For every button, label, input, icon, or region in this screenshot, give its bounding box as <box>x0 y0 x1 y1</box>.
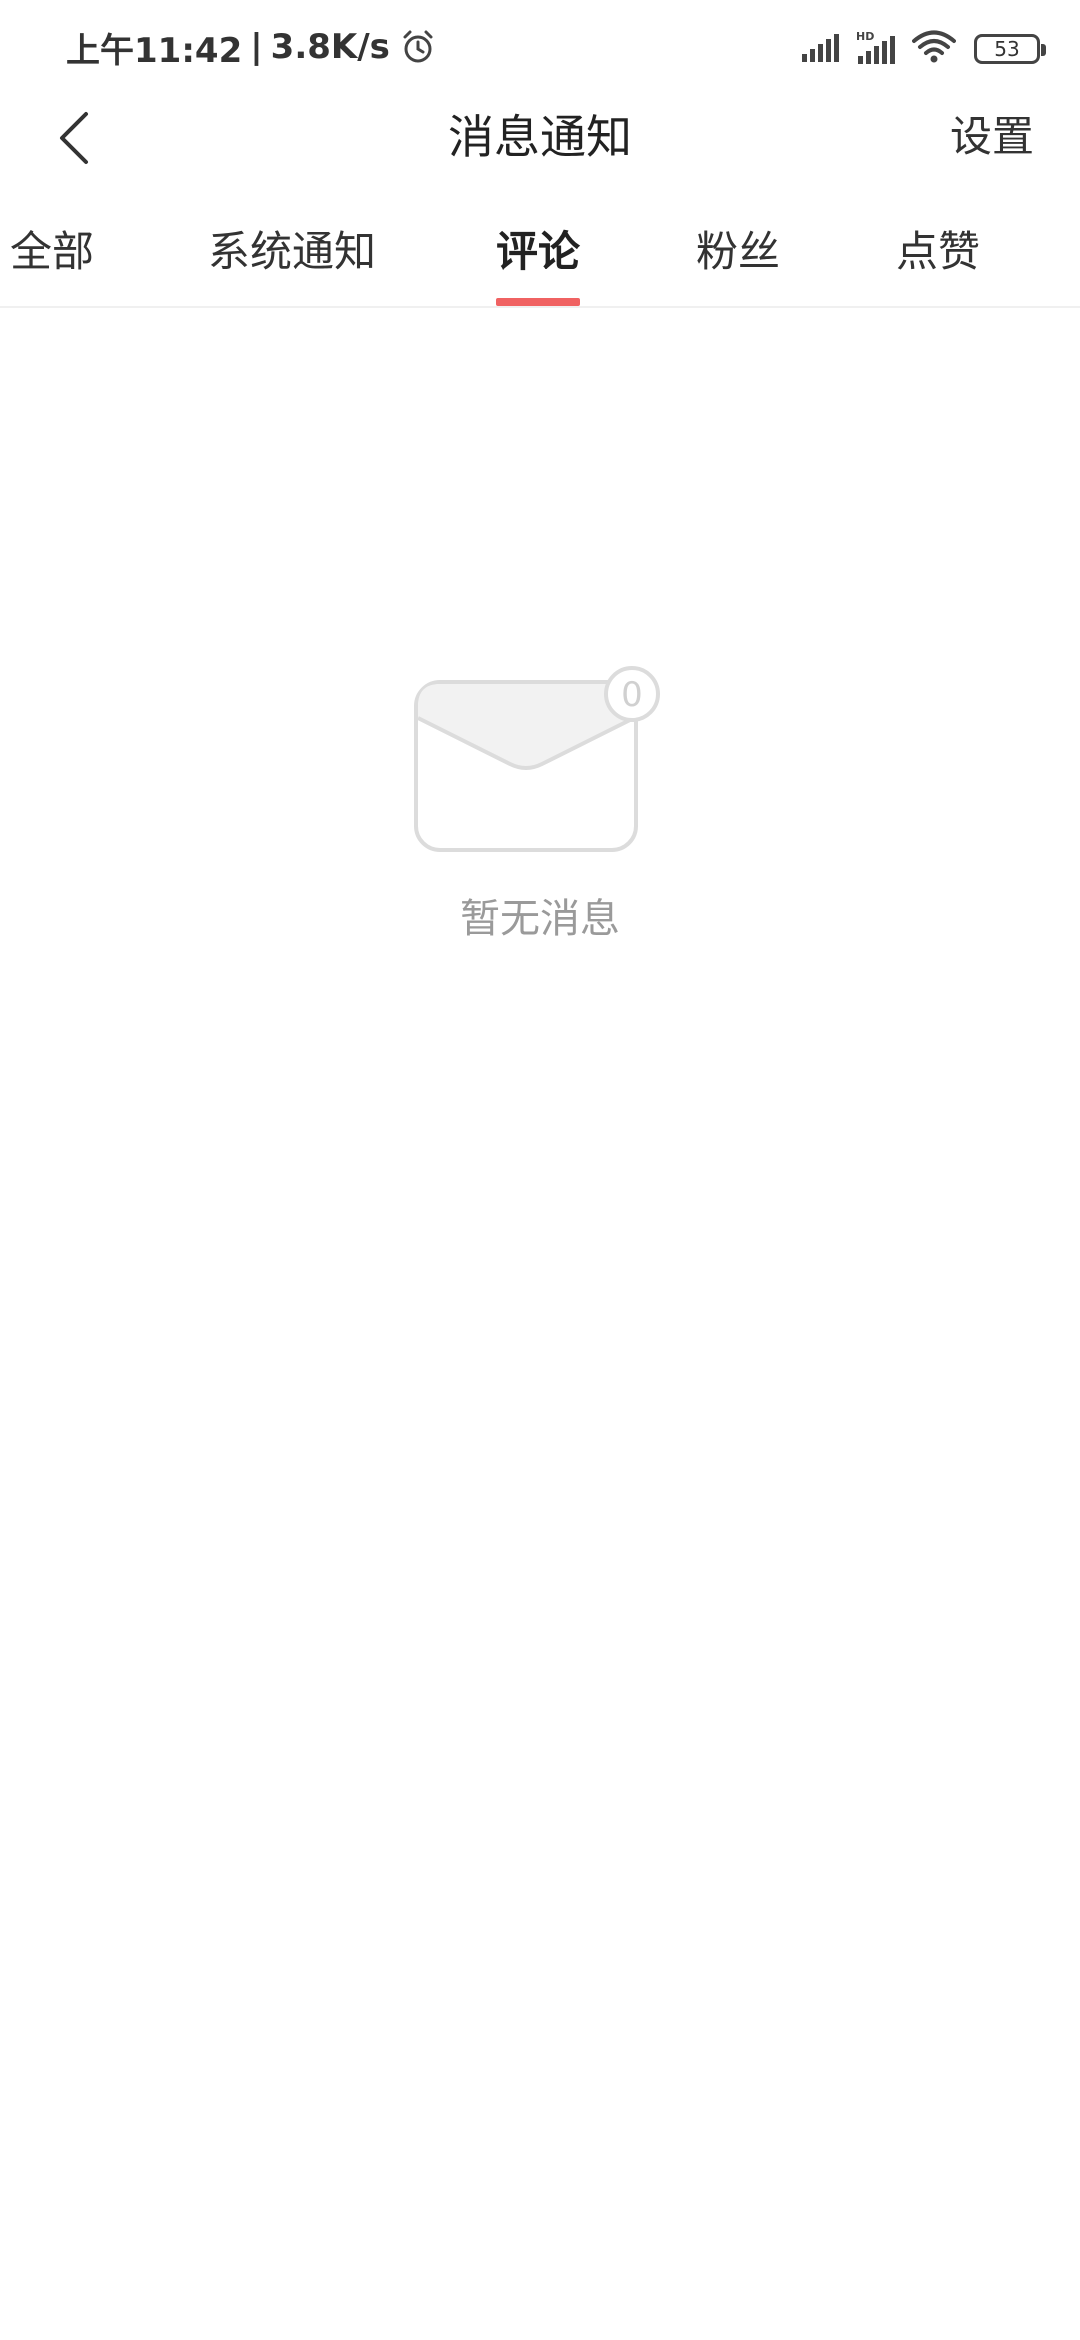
signal-hd-icon: HD <box>856 30 898 68</box>
empty-state: 0 暂无消息 <box>0 660 1080 960</box>
wifi-icon <box>912 30 956 68</box>
nav-bar: 消息通知 设置 <box>0 92 1080 182</box>
tab-label: 点赞 <box>896 227 981 276</box>
tab-fans[interactable]: 粉丝 <box>696 212 780 306</box>
empty-message: 暂无消息 <box>460 896 620 942</box>
status-time: 上午11:42 <box>66 30 243 71</box>
status-right: HD 53 <box>800 26 1046 72</box>
svg-text:HD: HD <box>856 30 874 43</box>
status-separator: | <box>250 27 263 67</box>
tab-label: 评论 <box>496 227 581 276</box>
alarm-icon <box>400 29 436 65</box>
badge-count: 0 <box>621 675 643 715</box>
tab-label: 系统通知 <box>208 227 377 276</box>
tab-all[interactable]: 全部 <box>10 212 94 306</box>
tab-comments[interactable]: 评论 <box>496 212 581 306</box>
battery-icon: 53 <box>974 34 1046 64</box>
status-left: 上午11:42 | 3.8K/s <box>66 22 436 72</box>
battery-level: 53 <box>994 37 1020 61</box>
tab-bar: 全部 系统通知 评论 粉丝 点赞 <box>0 212 1080 308</box>
envelope-icon: 0 <box>414 666 660 852</box>
active-tab-indicator <box>496 298 581 306</box>
page-title: 消息通知 <box>448 110 632 164</box>
tab-likes[interactable]: 点赞 <box>896 212 980 306</box>
status-net-speed: 3.8K/s <box>270 27 390 67</box>
tab-system-notifications[interactable]: 系统通知 <box>208 212 376 306</box>
settings-button[interactable]: 设置 <box>950 92 1034 182</box>
status-bar: 上午11:42 | 3.8K/s HD 53 <box>0 0 1080 92</box>
signal-icon <box>800 32 842 66</box>
tab-label: 粉丝 <box>696 227 781 276</box>
tab-label: 全部 <box>10 227 95 276</box>
